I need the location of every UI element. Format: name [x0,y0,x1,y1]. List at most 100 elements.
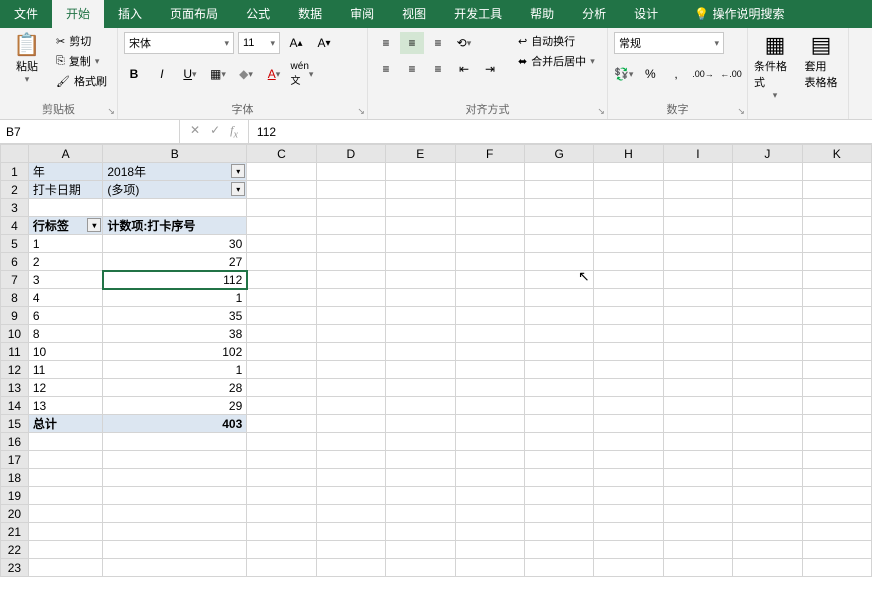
filter-dropdown-icon[interactable]: ▾ [231,182,245,196]
currency-button[interactable]: 💱▾ [614,64,633,84]
row-label-dropdown-icon[interactable]: ▾ [87,218,101,232]
row-header-15[interactable]: 15 [1,415,29,433]
cell-J12[interactable] [733,361,802,379]
cell-D4[interactable] [316,217,385,235]
cell-K14[interactable] [802,397,871,415]
cell-J11[interactable] [733,343,802,361]
decrease-font-button[interactable]: A▾ [312,32,336,54]
fill-color-button[interactable]: ◆▾ [236,64,256,84]
cell-H9[interactable] [594,307,663,325]
cell-C16[interactable] [247,433,316,451]
cell-I7[interactable] [663,271,732,289]
underline-button[interactable]: U▾ [180,64,200,84]
cell-E7[interactable] [386,271,455,289]
cell-I23[interactable] [663,559,732,577]
cell-H2[interactable] [594,181,663,199]
cell-A17[interactable] [28,451,102,469]
cell-H19[interactable] [594,487,663,505]
cell-C10[interactable] [247,325,316,343]
cell-B2[interactable]: (多项)▾ [103,181,247,199]
cell-C18[interactable] [247,469,316,487]
name-box[interactable] [0,120,180,143]
tab-设计[interactable]: 设计 [620,0,672,28]
cell-D17[interactable] [316,451,385,469]
cell-J9[interactable] [733,307,802,325]
cell-B9[interactable]: 35 [103,307,247,325]
cell-D14[interactable] [316,397,385,415]
cell-F20[interactable] [455,505,524,523]
cell-C17[interactable] [247,451,316,469]
cell-I17[interactable] [663,451,732,469]
row-header-16[interactable]: 16 [1,433,29,451]
col-header-I[interactable]: I [663,145,732,163]
cell-C14[interactable] [247,397,316,415]
col-header-B[interactable]: B [103,145,247,163]
cell-C8[interactable] [247,289,316,307]
cell-C21[interactable] [247,523,316,541]
cell-J13[interactable] [733,379,802,397]
cell-G23[interactable] [524,559,593,577]
row-header-2[interactable]: 2 [1,181,29,199]
cell-K18[interactable] [802,469,871,487]
cell-D8[interactable] [316,289,385,307]
cell-F13[interactable] [455,379,524,397]
row-header-12[interactable]: 12 [1,361,29,379]
orientation-button[interactable]: ⟲▾ [452,32,476,54]
font-size-select[interactable]: 11▾ [238,32,280,54]
row-header-17[interactable]: 17 [1,451,29,469]
percent-button[interactable]: % [641,64,659,84]
cell-A18[interactable] [28,469,102,487]
cell-I10[interactable] [663,325,732,343]
cell-D20[interactable] [316,505,385,523]
cell-C4[interactable] [247,217,316,235]
cell-I20[interactable] [663,505,732,523]
cell-K23[interactable] [802,559,871,577]
cell-F12[interactable] [455,361,524,379]
cell-G11[interactable] [524,343,593,361]
cell-G20[interactable] [524,505,593,523]
cell-I4[interactable] [663,217,732,235]
cell-G18[interactable] [524,469,593,487]
font-name-select[interactable]: 宋体▾ [124,32,234,54]
tab-文件[interactable]: 文件 [0,0,52,28]
cell-G6[interactable] [524,253,593,271]
cell-G10[interactable] [524,325,593,343]
align-top-button[interactable]: ≡ [374,32,398,54]
align-right-button[interactable]: ≡ [426,58,450,80]
phonetic-button[interactable]: wén文▾ [292,64,312,84]
cell-D15[interactable] [316,415,385,433]
cell-C12[interactable] [247,361,316,379]
cell-J4[interactable] [733,217,802,235]
cell-D22[interactable] [316,541,385,559]
cell-E8[interactable] [386,289,455,307]
cell-A21[interactable] [28,523,102,541]
cell-H18[interactable] [594,469,663,487]
cell-A19[interactable] [28,487,102,505]
cell-H23[interactable] [594,559,663,577]
cell-J3[interactable] [733,199,802,217]
tab-公式[interactable]: 公式 [232,0,284,28]
paste-button[interactable]: 📋 粘贴 ▾ [6,32,48,85]
cell-H7[interactable] [594,271,663,289]
cell-I3[interactable] [663,199,732,217]
cell-I6[interactable] [663,253,732,271]
cell-K20[interactable] [802,505,871,523]
cell-D6[interactable] [316,253,385,271]
cell-E3[interactable] [386,199,455,217]
cell-G22[interactable] [524,541,593,559]
copy-button[interactable]: ⎘复制▾ [52,52,111,70]
cell-J1[interactable] [733,163,802,181]
cell-J20[interactable] [733,505,802,523]
cell-C9[interactable] [247,307,316,325]
cell-H13[interactable] [594,379,663,397]
tab-视图[interactable]: 视图 [388,0,440,28]
cell-K9[interactable] [802,307,871,325]
cell-K4[interactable] [802,217,871,235]
row-header-21[interactable]: 21 [1,523,29,541]
cell-G16[interactable] [524,433,593,451]
cell-C19[interactable] [247,487,316,505]
cell-F23[interactable] [455,559,524,577]
cell-F3[interactable] [455,199,524,217]
cell-A2[interactable]: 打卡日期 [28,181,102,199]
align-middle-button[interactable]: ≡ [400,32,424,54]
